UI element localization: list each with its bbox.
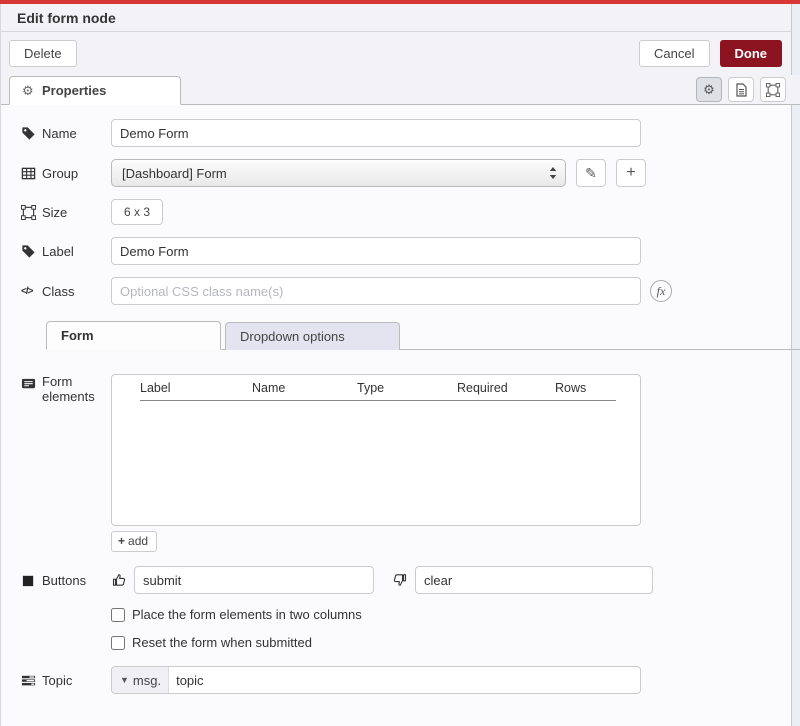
class-row: </> Class fx [21, 277, 800, 305]
form-elements-label: Form elements [21, 374, 111, 526]
size-label: Size [21, 205, 111, 220]
chevron-down-icon: ▼ [120, 675, 129, 685]
appearance-icon-button[interactable] [760, 77, 786, 102]
form-sub-tabs: Form Dropdown options [46, 321, 800, 350]
reset-checkbox[interactable] [111, 636, 125, 650]
editor-tab-bar: ⚙ Properties ⚙ [1, 75, 800, 105]
tab-form[interactable]: Form [46, 321, 221, 350]
document-icon [735, 83, 748, 97]
reset-option: Reset the form when submitted [111, 635, 800, 650]
name-label: Name [21, 126, 111, 141]
thumbs-up-icon [111, 572, 127, 588]
buttons-row: Buttons [21, 566, 800, 594]
name-row: Name [21, 119, 800, 147]
size-button[interactable]: 6 x 3 [111, 199, 163, 225]
class-label: </> Class [21, 284, 111, 299]
properties-icon-button[interactable]: ⚙ [696, 77, 722, 102]
add-group-button[interactable]: + [616, 159, 646, 187]
gear-icon: ⚙ [22, 84, 35, 97]
form-elements-section: Form elements Label Name Type Required R… [21, 374, 800, 526]
object-group-icon [21, 205, 36, 220]
tag-icon [21, 126, 36, 141]
edit-dialog: Edit form node Delete Cancel Done ⚙ Prop… [0, 4, 800, 726]
object-group-icon [766, 83, 780, 97]
topic-value: topic [169, 673, 203, 688]
two-columns-checkbox[interactable] [111, 608, 125, 622]
submit-button-text-input[interactable] [134, 566, 374, 594]
add-element-button[interactable]: + add [111, 531, 157, 552]
scrollbar-gutter[interactable] [791, 4, 800, 726]
dialog-button-bar: Delete Cancel Done [1, 32, 800, 75]
delete-button[interactable]: Delete [9, 40, 77, 67]
properties-panel: Name Group [Dashboard] Form ✎ + Size 6 x… [1, 105, 800, 694]
tasks-icon [21, 673, 36, 688]
dialog-title: Edit form node [1, 4, 800, 32]
topic-label: Topic [21, 673, 111, 688]
plus-icon: + [626, 164, 635, 182]
code-icon: </> [21, 284, 36, 299]
select-arrows-icon [549, 167, 557, 179]
plus-icon: + [118, 534, 125, 548]
label-label: Label [21, 244, 111, 259]
tab-properties[interactable]: ⚙ Properties [9, 76, 181, 105]
edit-group-button[interactable]: ✎ [576, 159, 606, 187]
square-icon [21, 573, 36, 588]
list-alt-icon [21, 376, 36, 391]
buttons-label: Buttons [21, 573, 111, 588]
tag-icon [21, 244, 36, 259]
label-row: Label [21, 237, 800, 265]
gear-icon: ⚙ [703, 82, 715, 98]
topic-row: Topic ▼ msg. topic [21, 666, 800, 694]
size-row: Size 6 x 3 [21, 199, 800, 225]
label-input[interactable] [111, 237, 641, 265]
description-icon-button[interactable] [728, 77, 754, 102]
two-columns-option: Place the form elements in two columns [111, 607, 800, 622]
tab-dropdown-options[interactable]: Dropdown options [225, 322, 400, 350]
group-label: Group [21, 166, 111, 181]
class-input[interactable] [111, 277, 641, 305]
table-icon [21, 166, 36, 181]
expression-fx-icon[interactable]: fx [650, 280, 672, 302]
topic-typed-input[interactable]: ▼ msg. topic [111, 666, 641, 694]
form-elements-list[interactable]: Label Name Type Required Rows [111, 374, 641, 526]
tab-properties-label: Properties [42, 83, 106, 98]
clear-button-text-input[interactable] [415, 566, 653, 594]
thumbs-down-icon [392, 572, 408, 588]
group-select-value: [Dashboard] Form [122, 166, 227, 181]
topic-type-select[interactable]: ▼ msg. [112, 667, 169, 693]
group-select[interactable]: [Dashboard] Form [111, 159, 566, 187]
pencil-icon: ✎ [585, 165, 597, 182]
group-row: Group [Dashboard] Form ✎ + [21, 159, 800, 187]
done-button[interactable]: Done [720, 40, 783, 67]
name-input[interactable] [111, 119, 641, 147]
cancel-button[interactable]: Cancel [639, 40, 709, 67]
form-elements-header: Label Name Type Required Rows [140, 381, 616, 401]
